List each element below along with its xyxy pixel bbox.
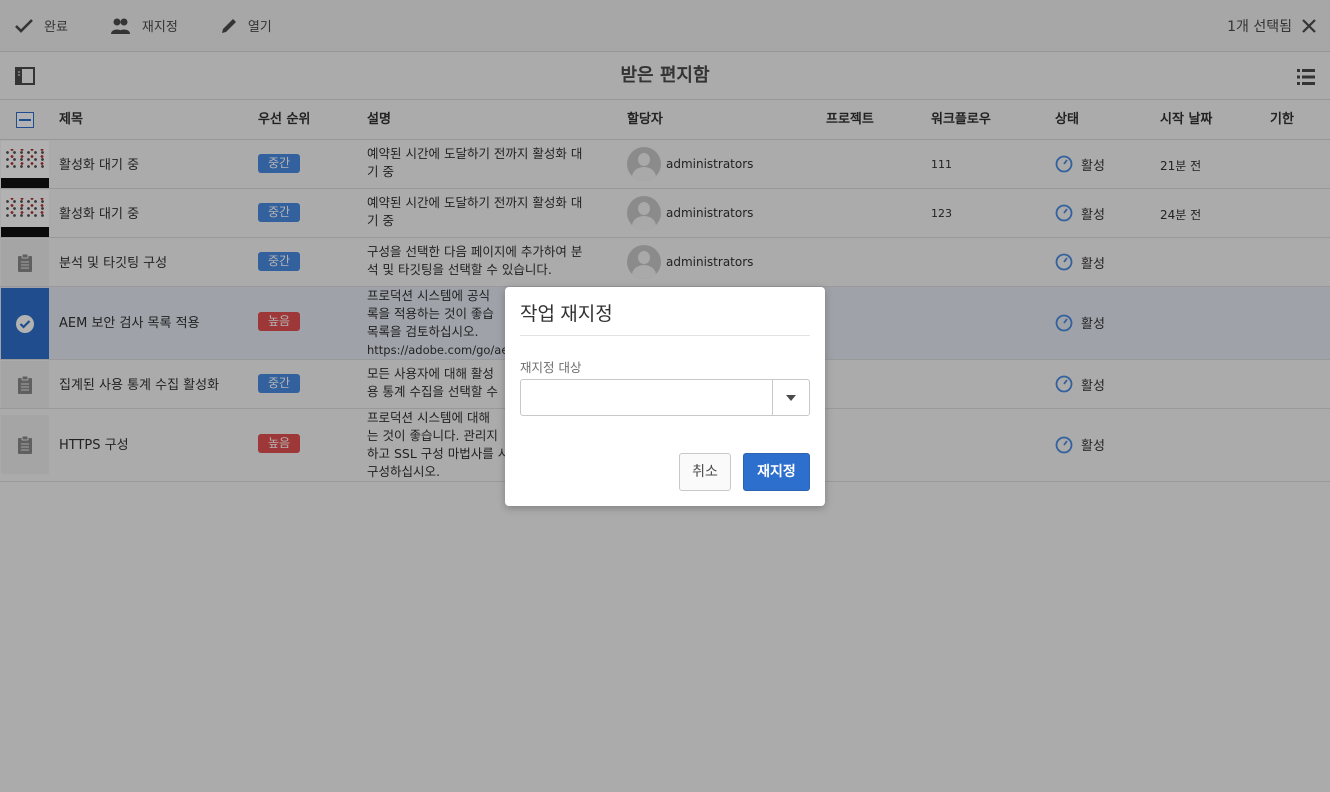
reassign-target-label: 재지정 대상 [520, 360, 582, 375]
reassign-target-select[interactable] [520, 379, 810, 416]
chevron-down-icon[interactable] [772, 380, 809, 415]
reassign-dialog: 작업 재지정 재지정 대상 취소 재지정 [505, 287, 825, 506]
dialog-title: 작업 재지정 [520, 304, 613, 325]
dialog-divider [520, 335, 810, 336]
cancel-button[interactable]: 취소 [679, 453, 731, 491]
reassign-confirm-button[interactable]: 재지정 [743, 453, 810, 491]
